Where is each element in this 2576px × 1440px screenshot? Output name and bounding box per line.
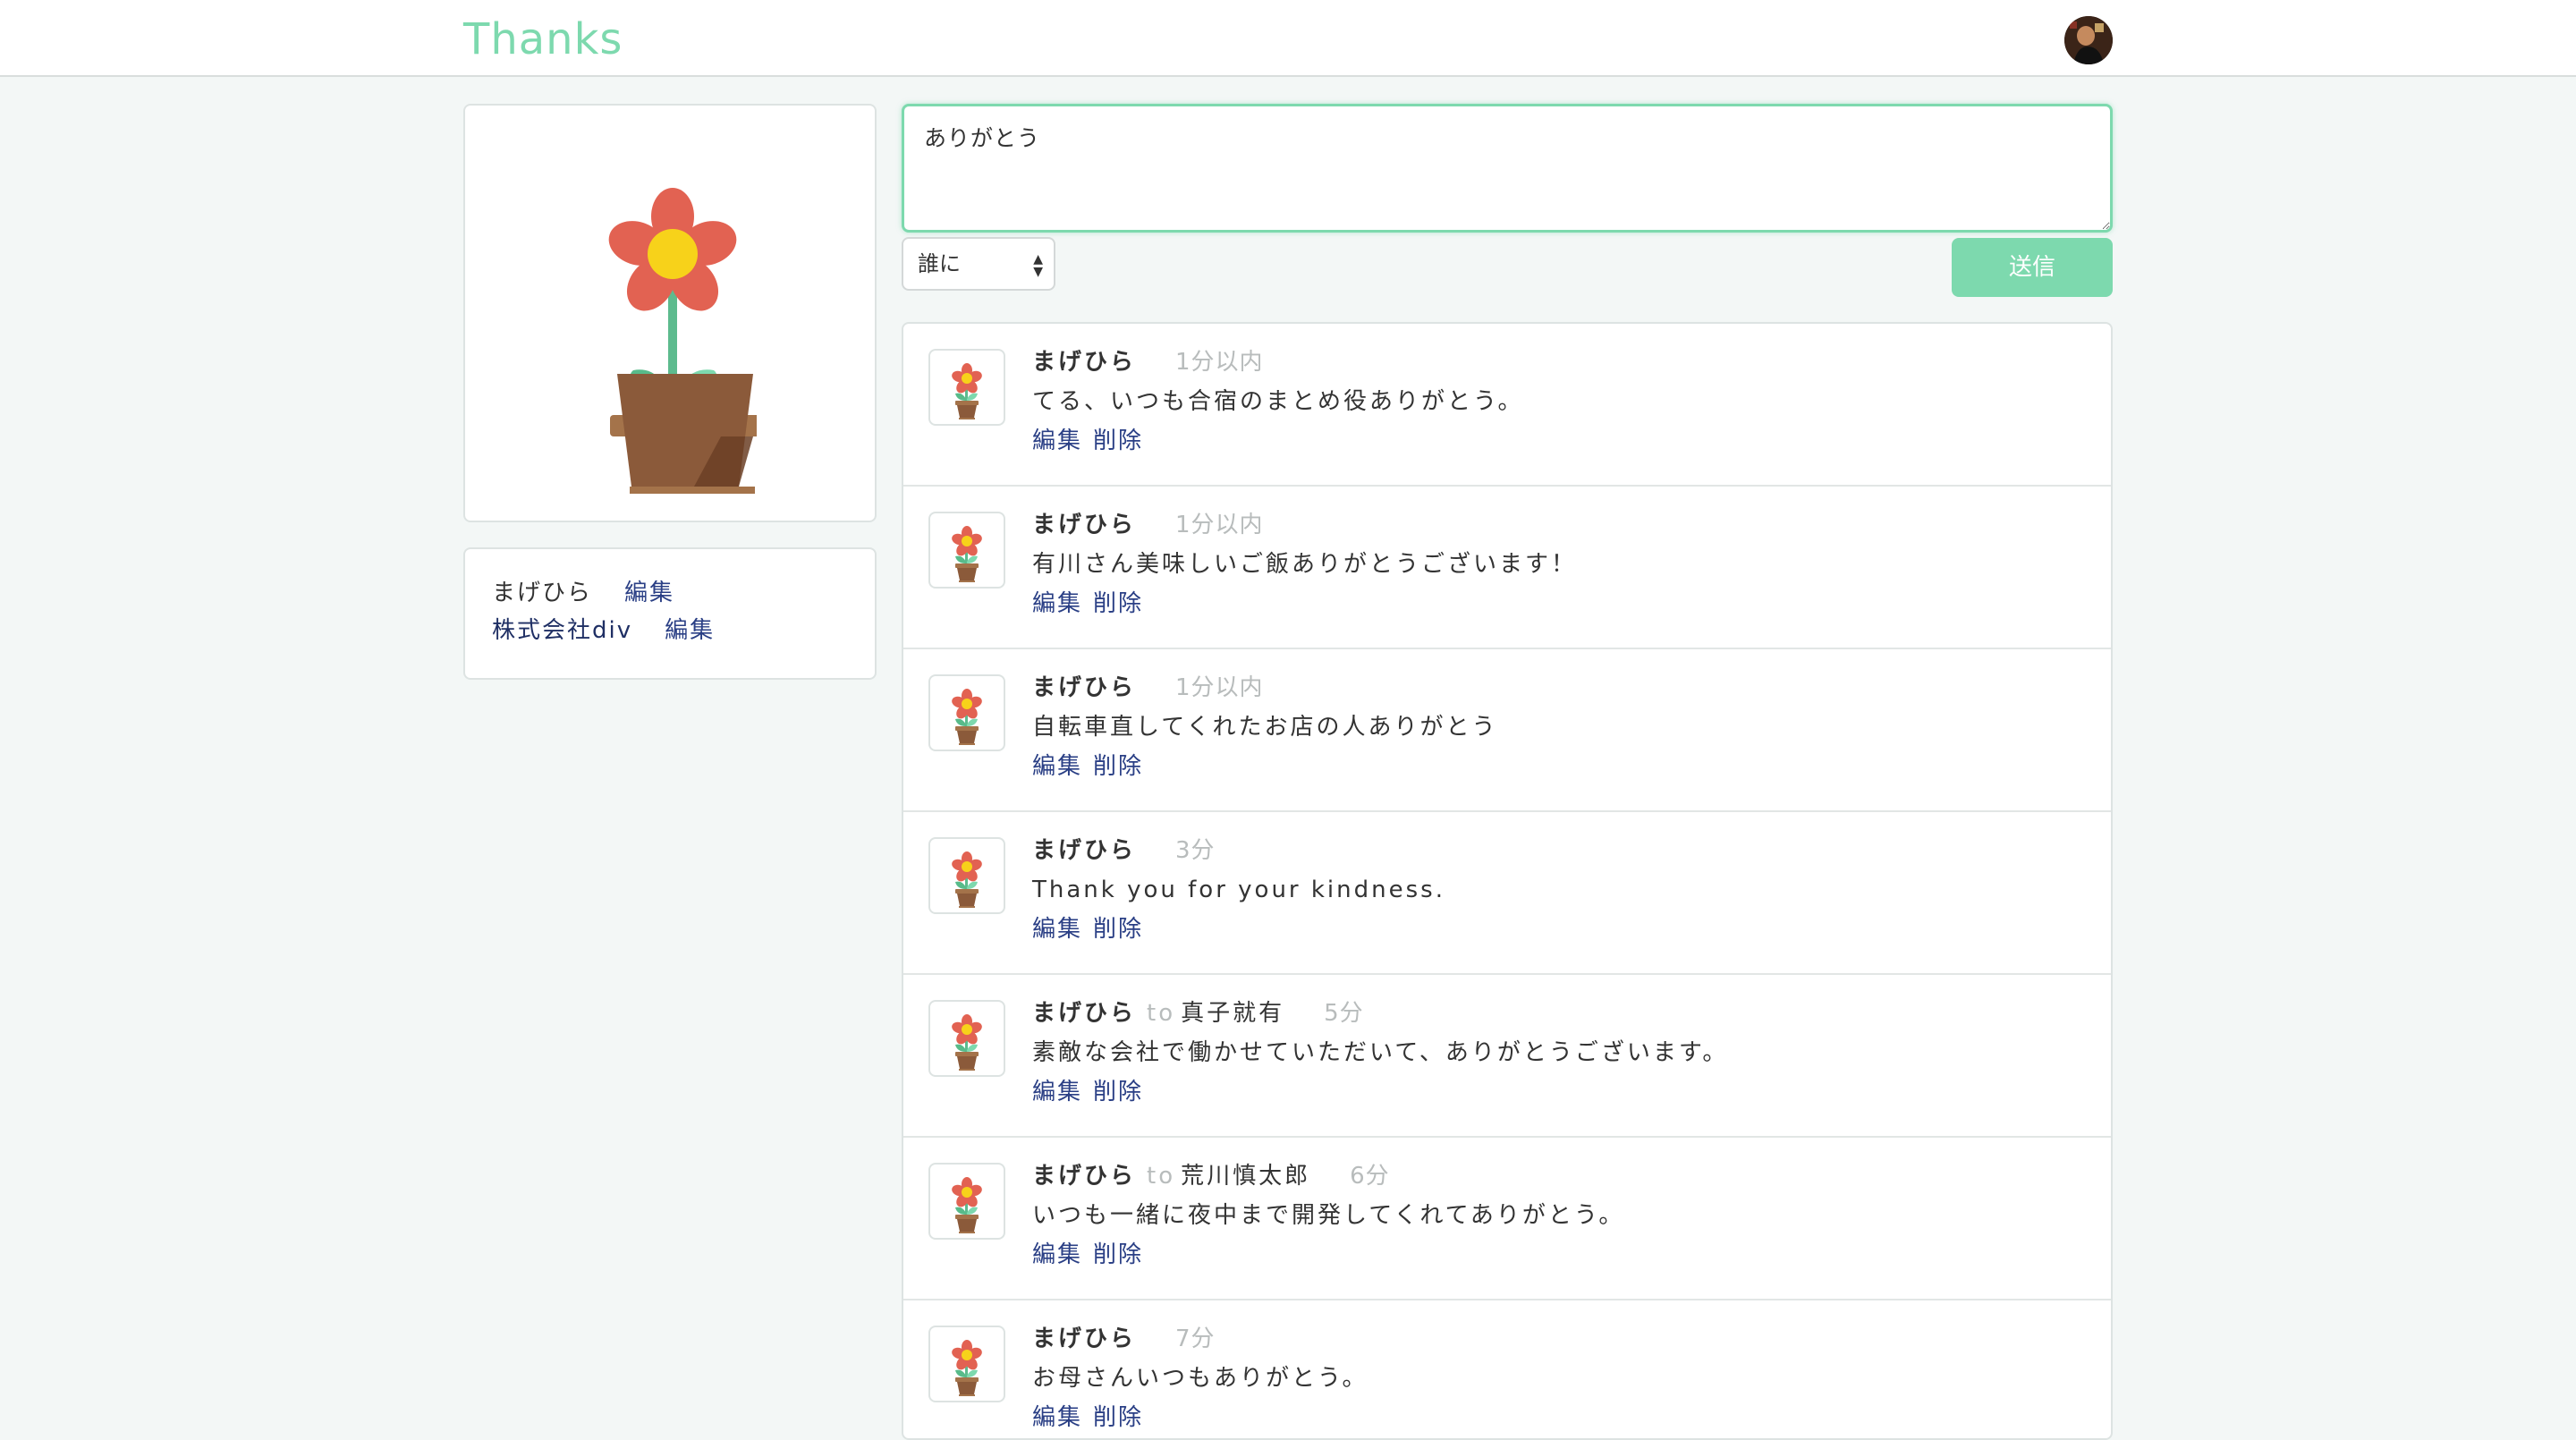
- post-avatar[interactable]: [928, 349, 1005, 426]
- post-item: まげひら 7分 お母さんいつもありがとう。 編集 削除: [903, 1300, 2111, 1438]
- post-author[interactable]: まげひら: [1032, 837, 1136, 864]
- flower-pot-icon: [952, 363, 982, 419]
- post-author[interactable]: まげひら: [1032, 674, 1136, 701]
- post-actions: 編集 削除: [1032, 751, 1143, 782]
- post-author[interactable]: まげひら: [1032, 349, 1136, 376]
- post-timestamp: 5分: [1324, 1000, 1364, 1027]
- post-actions: 編集 削除: [1032, 1240, 1143, 1270]
- post-item: まげひら to 荒川慎太郎 6分いつも一緒に夜中まで開発してくれてありがとう。 編集 削除: [903, 1138, 2111, 1300]
- post-message: てる、いつも合宿のまとめ役ありがとう。: [1032, 388, 1524, 415]
- post-author[interactable]: まげひら: [1032, 1326, 1136, 1352]
- user-avatar[interactable]: [2064, 16, 2113, 64]
- post-avatar[interactable]: [928, 674, 1005, 751]
- post-avatar[interactable]: [928, 1326, 1005, 1402]
- post-recipient[interactable]: 真子就有: [1181, 1000, 1284, 1027]
- flower-pot-icon: [952, 851, 982, 908]
- post-item: まげひら 3分 Thank you for your kindness. 編集 削除: [903, 812, 2111, 975]
- post-delete-link[interactable]: 削除: [1093, 916, 1143, 943]
- post-delete-link[interactable]: 削除: [1093, 753, 1143, 780]
- brand-logo[interactable]: Thanks: [463, 13, 623, 66]
- post-meta: まげひら 7分: [1032, 1324, 1216, 1354]
- post-actions: 編集 削除: [1032, 914, 1143, 944]
- post-message: 有川さん美味しいご飯ありがとうございます！: [1032, 551, 1578, 578]
- post-actions: 編集 削除: [1032, 1077, 1143, 1107]
- post-delete-link[interactable]: 削除: [1093, 1241, 1143, 1268]
- flower-pot-icon: [952, 1340, 982, 1396]
- flower-pot-icon: [952, 1014, 982, 1071]
- post-actions: 編集 削除: [1032, 1402, 1143, 1433]
- post-delete-link[interactable]: 削除: [1093, 1404, 1143, 1431]
- post-meta: まげひら to 真子就有 5分: [1032, 998, 1364, 1029]
- post-avatar[interactable]: [928, 837, 1005, 914]
- post-author[interactable]: まげひら: [1032, 512, 1136, 538]
- post-message: お母さんいつもありがとう。: [1032, 1365, 1368, 1392]
- profile-company-row: 株式会社div 編集: [492, 612, 715, 645]
- post-to-label: to: [1147, 1163, 1176, 1190]
- post-item: まげひら 1分以内有川さん美味しいご飯ありがとうございます！ 編集 削除: [903, 487, 2111, 649]
- post-avatar[interactable]: [928, 1163, 1005, 1240]
- edit-name-link[interactable]: 編集: [624, 580, 674, 606]
- select-arrows-icon: ▲ ▼: [1033, 252, 1043, 279]
- thanks-feed: まげひら 1分以内 てる、いつも合宿のまとめ役ありがとう。 編集 削除 まげひら 1分以内有…: [902, 322, 2113, 1440]
- send-button[interactable]: 送信: [1952, 238, 2113, 297]
- post-meta: まげひら 1分以内: [1032, 347, 1264, 377]
- post-timestamp: 1分以内: [1175, 349, 1264, 376]
- flower-pot-icon: [952, 689, 982, 745]
- post-message: 自転車直してくれたお店の人ありがとう: [1032, 714, 1498, 741]
- post-avatar[interactable]: [928, 512, 1005, 589]
- post-edit-link[interactable]: 編集: [1032, 916, 1082, 943]
- post-avatar[interactable]: [928, 1000, 1005, 1077]
- profile-image-card: [463, 104, 877, 522]
- edit-company-link[interactable]: 編集: [665, 617, 715, 644]
- post-item: まげひら to 真子就有 5分素敵な会社で働かせていただいて、ありがとうございます。編…: [903, 975, 2111, 1138]
- post-edit-link[interactable]: 編集: [1032, 428, 1082, 454]
- message-input[interactable]: [902, 104, 2113, 233]
- flower-pot-icon: [952, 526, 982, 582]
- header-bar: Thanks: [0, 0, 2576, 77]
- profile-company[interactable]: 株式会社div: [492, 617, 632, 644]
- post-actions: 編集 削除: [1032, 589, 1143, 619]
- post-edit-link[interactable]: 編集: [1032, 1079, 1082, 1105]
- post-timestamp: 1分以内: [1175, 674, 1264, 701]
- post-edit-link[interactable]: 編集: [1032, 590, 1082, 617]
- post-edit-link[interactable]: 編集: [1032, 1404, 1082, 1431]
- profile-name-row: まげひら 編集: [492, 574, 674, 607]
- post-timestamp: 1分以内: [1175, 512, 1264, 538]
- profile-name: まげひら: [492, 580, 593, 606]
- post-message: いつも一緒に夜中まで開発してくれてありがとう。: [1032, 1202, 1625, 1229]
- post-meta: まげひら 1分以内: [1032, 510, 1264, 540]
- flower-pot-icon: [608, 188, 757, 494]
- post-item: まげひら 1分以内 自転車直してくれたお店の人ありがとう 編集 削除: [903, 649, 2111, 812]
- post-message: Thank you for your kindness.: [1032, 877, 1445, 903]
- post-meta: まげひら 3分: [1032, 835, 1216, 866]
- post-to-label: to: [1147, 1000, 1176, 1027]
- post-item: まげひら 1分以内てる、いつも合宿のまとめ役ありがとう。 編集 削除: [903, 324, 2111, 487]
- post-edit-link[interactable]: 編集: [1032, 1241, 1082, 1268]
- post-delete-link[interactable]: 削除: [1093, 1079, 1143, 1105]
- post-meta: まげひら 1分以内: [1032, 673, 1264, 703]
- post-timestamp: 3分: [1175, 837, 1216, 864]
- flower-pot-icon: [952, 1177, 982, 1233]
- post-author[interactable]: まげひら: [1032, 1000, 1136, 1027]
- post-meta: まげひら to 荒川慎太郎 6分: [1032, 1161, 1390, 1191]
- recipient-select-value: 誰に: [918, 251, 961, 276]
- post-timestamp: 6分: [1350, 1163, 1390, 1190]
- post-delete-link[interactable]: 削除: [1093, 590, 1143, 617]
- recipient-select[interactable]: 誰に ▲ ▼: [902, 237, 1055, 291]
- post-timestamp: 7分: [1175, 1326, 1216, 1352]
- profile-info-card: まげひら 編集 株式会社div 編集: [463, 547, 877, 680]
- post-actions: 編集 削除: [1032, 426, 1143, 456]
- user-avatar-image: [2064, 16, 2113, 64]
- post-edit-link[interactable]: 編集: [1032, 753, 1082, 780]
- post-delete-link[interactable]: 削除: [1093, 428, 1143, 454]
- post-recipient[interactable]: 荒川慎太郎: [1181, 1163, 1310, 1190]
- post-author[interactable]: まげひら: [1032, 1163, 1136, 1190]
- post-message: 素敵な会社で働かせていただいて、ありがとうございます。: [1032, 1039, 1729, 1066]
